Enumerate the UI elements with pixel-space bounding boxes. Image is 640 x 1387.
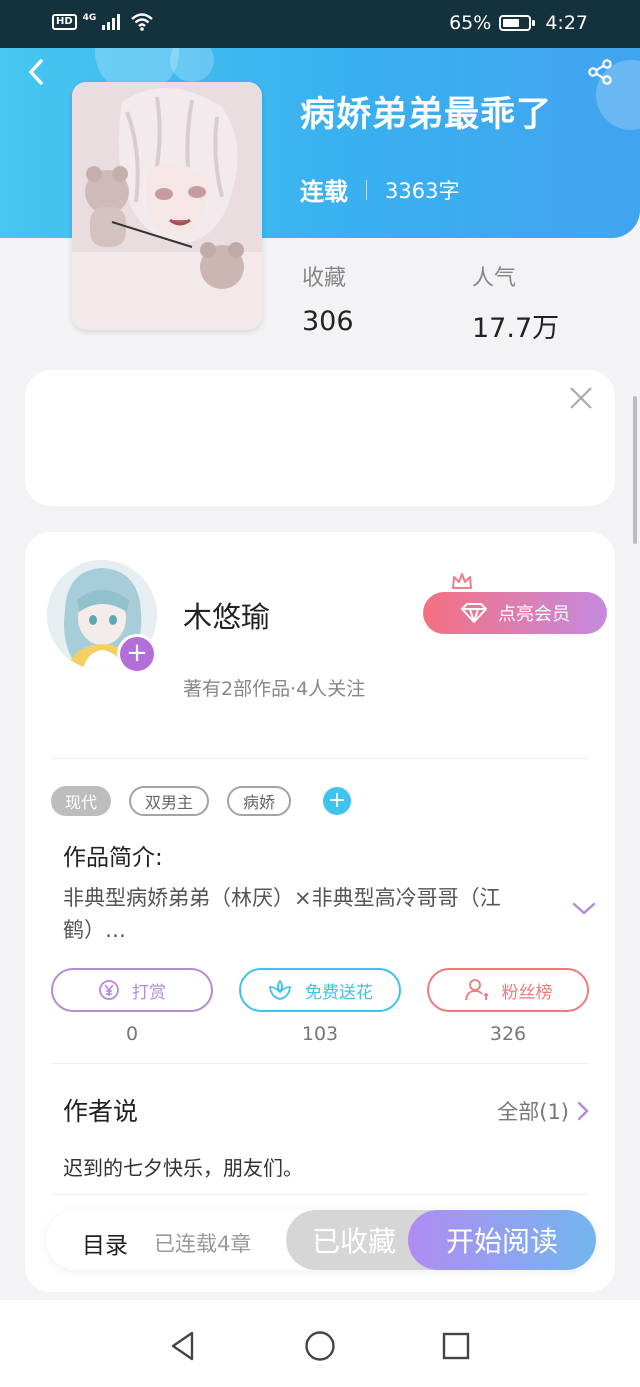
- nav-recents-icon[interactable]: [440, 1330, 472, 1362]
- diamond-icon: [461, 603, 487, 623]
- divider: [51, 1194, 589, 1195]
- ad-card: [25, 370, 615, 506]
- status-left: HD 4G: [52, 12, 154, 32]
- decor-bubble: [170, 48, 214, 82]
- send-flower-button[interactable]: 免费送花: [239, 968, 401, 1012]
- book-cover[interactable]: [72, 82, 262, 330]
- wifi-icon: [131, 13, 154, 31]
- hd-badge: HD: [52, 14, 77, 30]
- author-says-text[interactable]: 迟到的七夕快乐，朋友们。: [63, 1152, 303, 1181]
- tip-count: 0: [125, 1023, 139, 1045]
- divider: [51, 758, 589, 759]
- fan-ranking-button[interactable]: 粉丝榜: [427, 968, 589, 1012]
- bottom-action-bar: 目录 已连载4章 已收藏 开始阅读: [46, 1210, 596, 1270]
- cover-illustration: [72, 82, 262, 330]
- favorites-label: 收藏: [302, 266, 347, 291]
- user-icon: [464, 979, 488, 1001]
- vip-label: 点亮会员: [498, 604, 570, 625]
- status-bar: HD 4G 65% 4:27: [0, 0, 640, 48]
- clock: 4:27: [545, 12, 588, 34]
- intro-title: 作品简介:: [63, 845, 163, 871]
- read-label: 开始阅读: [445, 1225, 558, 1258]
- tag-item[interactable]: 现代: [51, 786, 112, 816]
- popularity-stat: 人气 17.7万: [472, 260, 559, 345]
- favorites-stat: 收藏 306: [302, 260, 354, 337]
- flower-icon: [269, 980, 291, 1000]
- close-icon: [570, 387, 592, 409]
- intro-text[interactable]: 非典型病娇弟弟（林厌）×非典型高冷哥哥（江鹤）…: [63, 882, 563, 946]
- author-name[interactable]: 木悠瑜: [183, 594, 270, 636]
- book-title: 病娇弟弟最乖了: [300, 95, 553, 135]
- tag-list: 现代 双男主 病娇 +: [51, 786, 352, 816]
- chapter-count[interactable]: 已连载4章: [154, 1228, 251, 1258]
- yen-icon: [99, 980, 119, 1000]
- signal-icon: [102, 14, 121, 30]
- share-button[interactable]: [586, 58, 614, 86]
- tag-item[interactable]: 双男主: [129, 786, 210, 816]
- divider: [51, 1063, 589, 1064]
- serial-status: 连载: [300, 178, 348, 206]
- plus-icon: +: [126, 638, 148, 668]
- author-meta: 著有2部作品·4人关注: [183, 678, 366, 700]
- status-right: 65% 4:27: [449, 12, 588, 34]
- battery-icon: [499, 15, 536, 31]
- share-icon: [588, 59, 612, 85]
- network-type: 4G: [82, 13, 97, 23]
- fan-count: 326: [489, 1023, 527, 1045]
- start-reading-button[interactable]: 开始阅读: [408, 1210, 596, 1270]
- popularity-label: 人气: [472, 266, 517, 291]
- word-count: 3363字: [385, 178, 460, 203]
- back-icon: [29, 59, 43, 85]
- chevron-down-icon[interactable]: [571, 900, 597, 918]
- popularity-value: 17.7万: [472, 313, 560, 344]
- plus-icon: +: [327, 788, 347, 813]
- follow-author-button[interactable]: +: [117, 634, 157, 674]
- scrollbar[interactable]: [633, 396, 637, 544]
- all-label: 全部(1): [497, 1100, 569, 1124]
- battery-percent: 65%: [449, 12, 492, 34]
- toc-button[interactable]: 目录: [82, 1226, 128, 1260]
- vip-button[interactable]: 点亮会员: [423, 592, 607, 634]
- crown-icon: [452, 573, 472, 589]
- tip-label: 打赏: [132, 982, 166, 1003]
- tip-button[interactable]: 打赏: [51, 968, 213, 1012]
- nav-back-icon[interactable]: [168, 1330, 200, 1362]
- chevron-right-icon: [577, 1101, 589, 1121]
- author-says-all-link[interactable]: 全部(1): [497, 1096, 589, 1126]
- flower-label: 免费送花: [305, 982, 373, 1003]
- back-button[interactable]: [22, 58, 50, 86]
- nav-home-icon[interactable]: [304, 1330, 336, 1362]
- book-status-line: 连载 3363字: [300, 172, 459, 207]
- divider: [366, 179, 367, 200]
- add-tag-button[interactable]: +: [323, 787, 352, 815]
- author-says-title: 作者说: [63, 1097, 139, 1126]
- flower-count: 103: [301, 1023, 339, 1045]
- favorites-value: 306: [302, 306, 354, 337]
- system-nav-bar: [0, 1300, 640, 1387]
- ad-close-button[interactable]: [569, 386, 593, 410]
- collected-label: 已收藏: [312, 1225, 397, 1258]
- book-detail-card: + 木悠瑜 著有2部作品·4人关注 点亮会员 现代 双男主 病娇 + 作品简介:…: [25, 532, 615, 1292]
- tag-item[interactable]: 病娇: [227, 786, 292, 816]
- fan-ranking-label: 粉丝榜: [501, 982, 553, 1003]
